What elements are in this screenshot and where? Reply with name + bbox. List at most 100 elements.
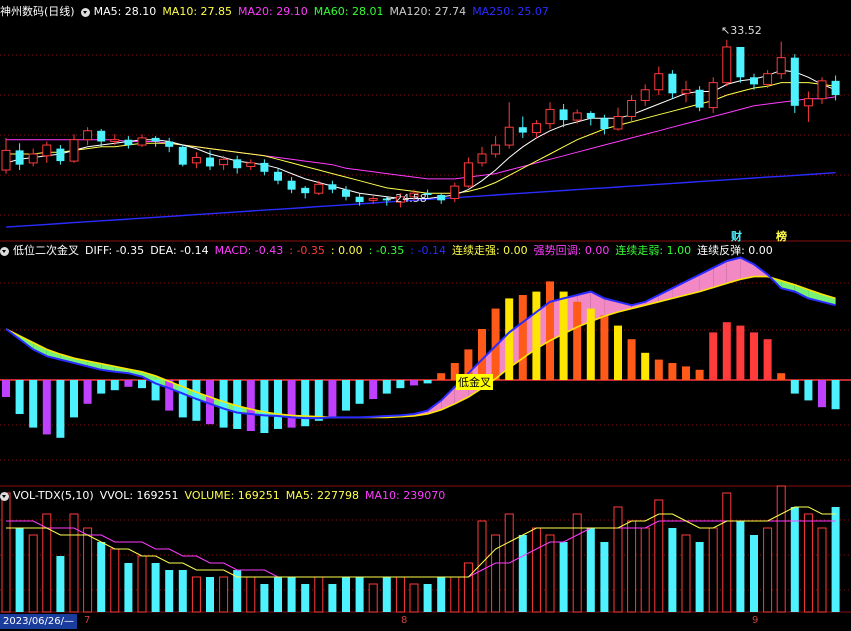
ma20-line xyxy=(6,96,836,180)
volume-bar-up xyxy=(491,534,501,613)
volume-bar-down xyxy=(124,563,133,612)
candle-up xyxy=(545,108,555,125)
volume-bar-down xyxy=(301,584,310,612)
macd-bar xyxy=(818,380,826,408)
macd-legend-item-3: : -0.35 xyxy=(289,244,325,257)
macd-bar xyxy=(124,380,133,387)
candle-up xyxy=(1,149,11,171)
volume-bar-down xyxy=(586,528,595,612)
volume-bar-up xyxy=(722,492,732,613)
macd-bar xyxy=(478,329,486,380)
ma-legend-item-0: MA5: 28.10 xyxy=(93,5,157,18)
macd-bar xyxy=(70,380,78,418)
volume-bar-up xyxy=(137,555,147,613)
volume-bar-up xyxy=(219,576,229,613)
macd-bar xyxy=(750,332,758,380)
macd-bar xyxy=(314,380,323,421)
macd-legend-item-0: DIFF: -0.35 xyxy=(85,244,145,257)
candle-down xyxy=(15,150,24,165)
candle-up xyxy=(722,46,732,84)
candle-down xyxy=(750,77,758,85)
stock-title: 神州数码(日线) xyxy=(0,5,75,18)
volume-bar-down xyxy=(790,507,799,612)
volume-bar-up xyxy=(368,583,378,613)
macd-bar xyxy=(682,366,690,380)
indicator-menu-icon[interactable] xyxy=(0,246,9,256)
vol-title: VOL-TDX(5,10) xyxy=(13,489,94,502)
ranking-badge[interactable]: 榜 xyxy=(776,228,787,244)
macd-legend-item-7: 连续走强: 0.00 xyxy=(451,244,528,257)
candle-up xyxy=(640,89,650,101)
volume-bar-down xyxy=(274,577,282,612)
candle-up xyxy=(531,123,541,134)
volume-bar-down xyxy=(287,577,296,612)
volume-bar-down xyxy=(15,528,24,612)
low-price-label: ←24.58 xyxy=(386,192,427,205)
golden-cross-signal: 低金叉 xyxy=(456,374,493,390)
macd-legend-item-2: MACD: -0.43 xyxy=(214,244,284,257)
volume-bar-up xyxy=(395,576,405,613)
volume-bar-down xyxy=(165,570,174,612)
candle-down xyxy=(790,57,799,106)
volume-bar-up xyxy=(246,576,256,613)
candle-up xyxy=(817,80,827,100)
candle-up xyxy=(83,130,93,141)
macd-bar xyxy=(382,380,391,394)
candle-up xyxy=(681,89,691,94)
volume-bar-down xyxy=(97,542,106,612)
candle-up xyxy=(491,144,501,155)
candle-up xyxy=(572,112,582,121)
volume-bar-down xyxy=(668,528,677,612)
ma-legend: MA5: 28.10 MA10: 27.85 MA20: 29.10 MA60: 28… xyxy=(94,4,555,20)
volume-bar-down xyxy=(559,542,568,612)
volume-bar-down xyxy=(178,570,187,612)
month-label-8: 8 xyxy=(401,615,408,626)
volume-bar-down xyxy=(56,556,65,612)
vol-legend-item-3: MA10: 239070 xyxy=(365,489,446,502)
candle-up xyxy=(219,158,229,166)
macd-bar xyxy=(219,380,228,428)
stock-chart-canvas[interactable] xyxy=(0,0,851,631)
macd-bar xyxy=(641,352,650,380)
macd-bar xyxy=(736,325,745,380)
high-price-label: ↖33.52 xyxy=(721,24,762,37)
candle-down xyxy=(178,146,187,165)
volume-bar-up xyxy=(817,527,827,613)
macd-bar xyxy=(260,380,269,434)
ma-legend-item-1: MA10: 27.85 xyxy=(162,5,233,18)
candle-down xyxy=(56,148,65,162)
volume-bar-down xyxy=(437,577,446,612)
candle-down xyxy=(287,180,296,190)
main-panel-header: 神州数码(日线) MA5: 28.10 MA10: 27.85 MA20: 29.1… xyxy=(0,4,561,20)
volume-bar-up xyxy=(654,499,664,613)
volume-bar-up xyxy=(450,576,460,613)
vol-legend-item-1: VOLUME: 169251 xyxy=(184,489,280,502)
candle-down xyxy=(260,162,269,172)
volume-bar-up xyxy=(110,548,120,613)
candle-down xyxy=(206,157,214,167)
candle-up xyxy=(654,73,664,91)
macd-bar xyxy=(614,325,622,380)
vol-panel-header: VOL-TDX(5,10) VVOL: 169251 VOLUME: 169251… xyxy=(0,488,457,504)
candle-up xyxy=(477,153,487,164)
macd-legend-item-6: : -0.14 xyxy=(410,244,446,257)
finance-badge[interactable]: 财 xyxy=(731,228,742,244)
macd-bar xyxy=(804,380,813,401)
macd-bar xyxy=(274,380,282,429)
candle-up xyxy=(28,153,38,164)
volume-bar-up xyxy=(776,485,786,613)
candle-up xyxy=(763,73,773,85)
volume-bar-up xyxy=(681,534,691,613)
candle-down xyxy=(437,194,446,201)
candle-up xyxy=(110,139,120,142)
volume-bar-up xyxy=(314,576,324,613)
macd-bar xyxy=(110,380,119,391)
candle-down xyxy=(586,112,595,119)
macd-bar xyxy=(437,373,446,380)
candle-down xyxy=(124,139,133,146)
macd-legend: DIFF: -0.35 DEA: -0.14 MACD: -0.43: -0.35:… xyxy=(85,243,779,259)
indicator-menu-icon[interactable] xyxy=(80,7,90,17)
macd-legend-item-4: : 0.00 xyxy=(330,244,363,257)
indicator-menu-icon[interactable] xyxy=(0,491,9,501)
macd-bar xyxy=(138,380,146,389)
